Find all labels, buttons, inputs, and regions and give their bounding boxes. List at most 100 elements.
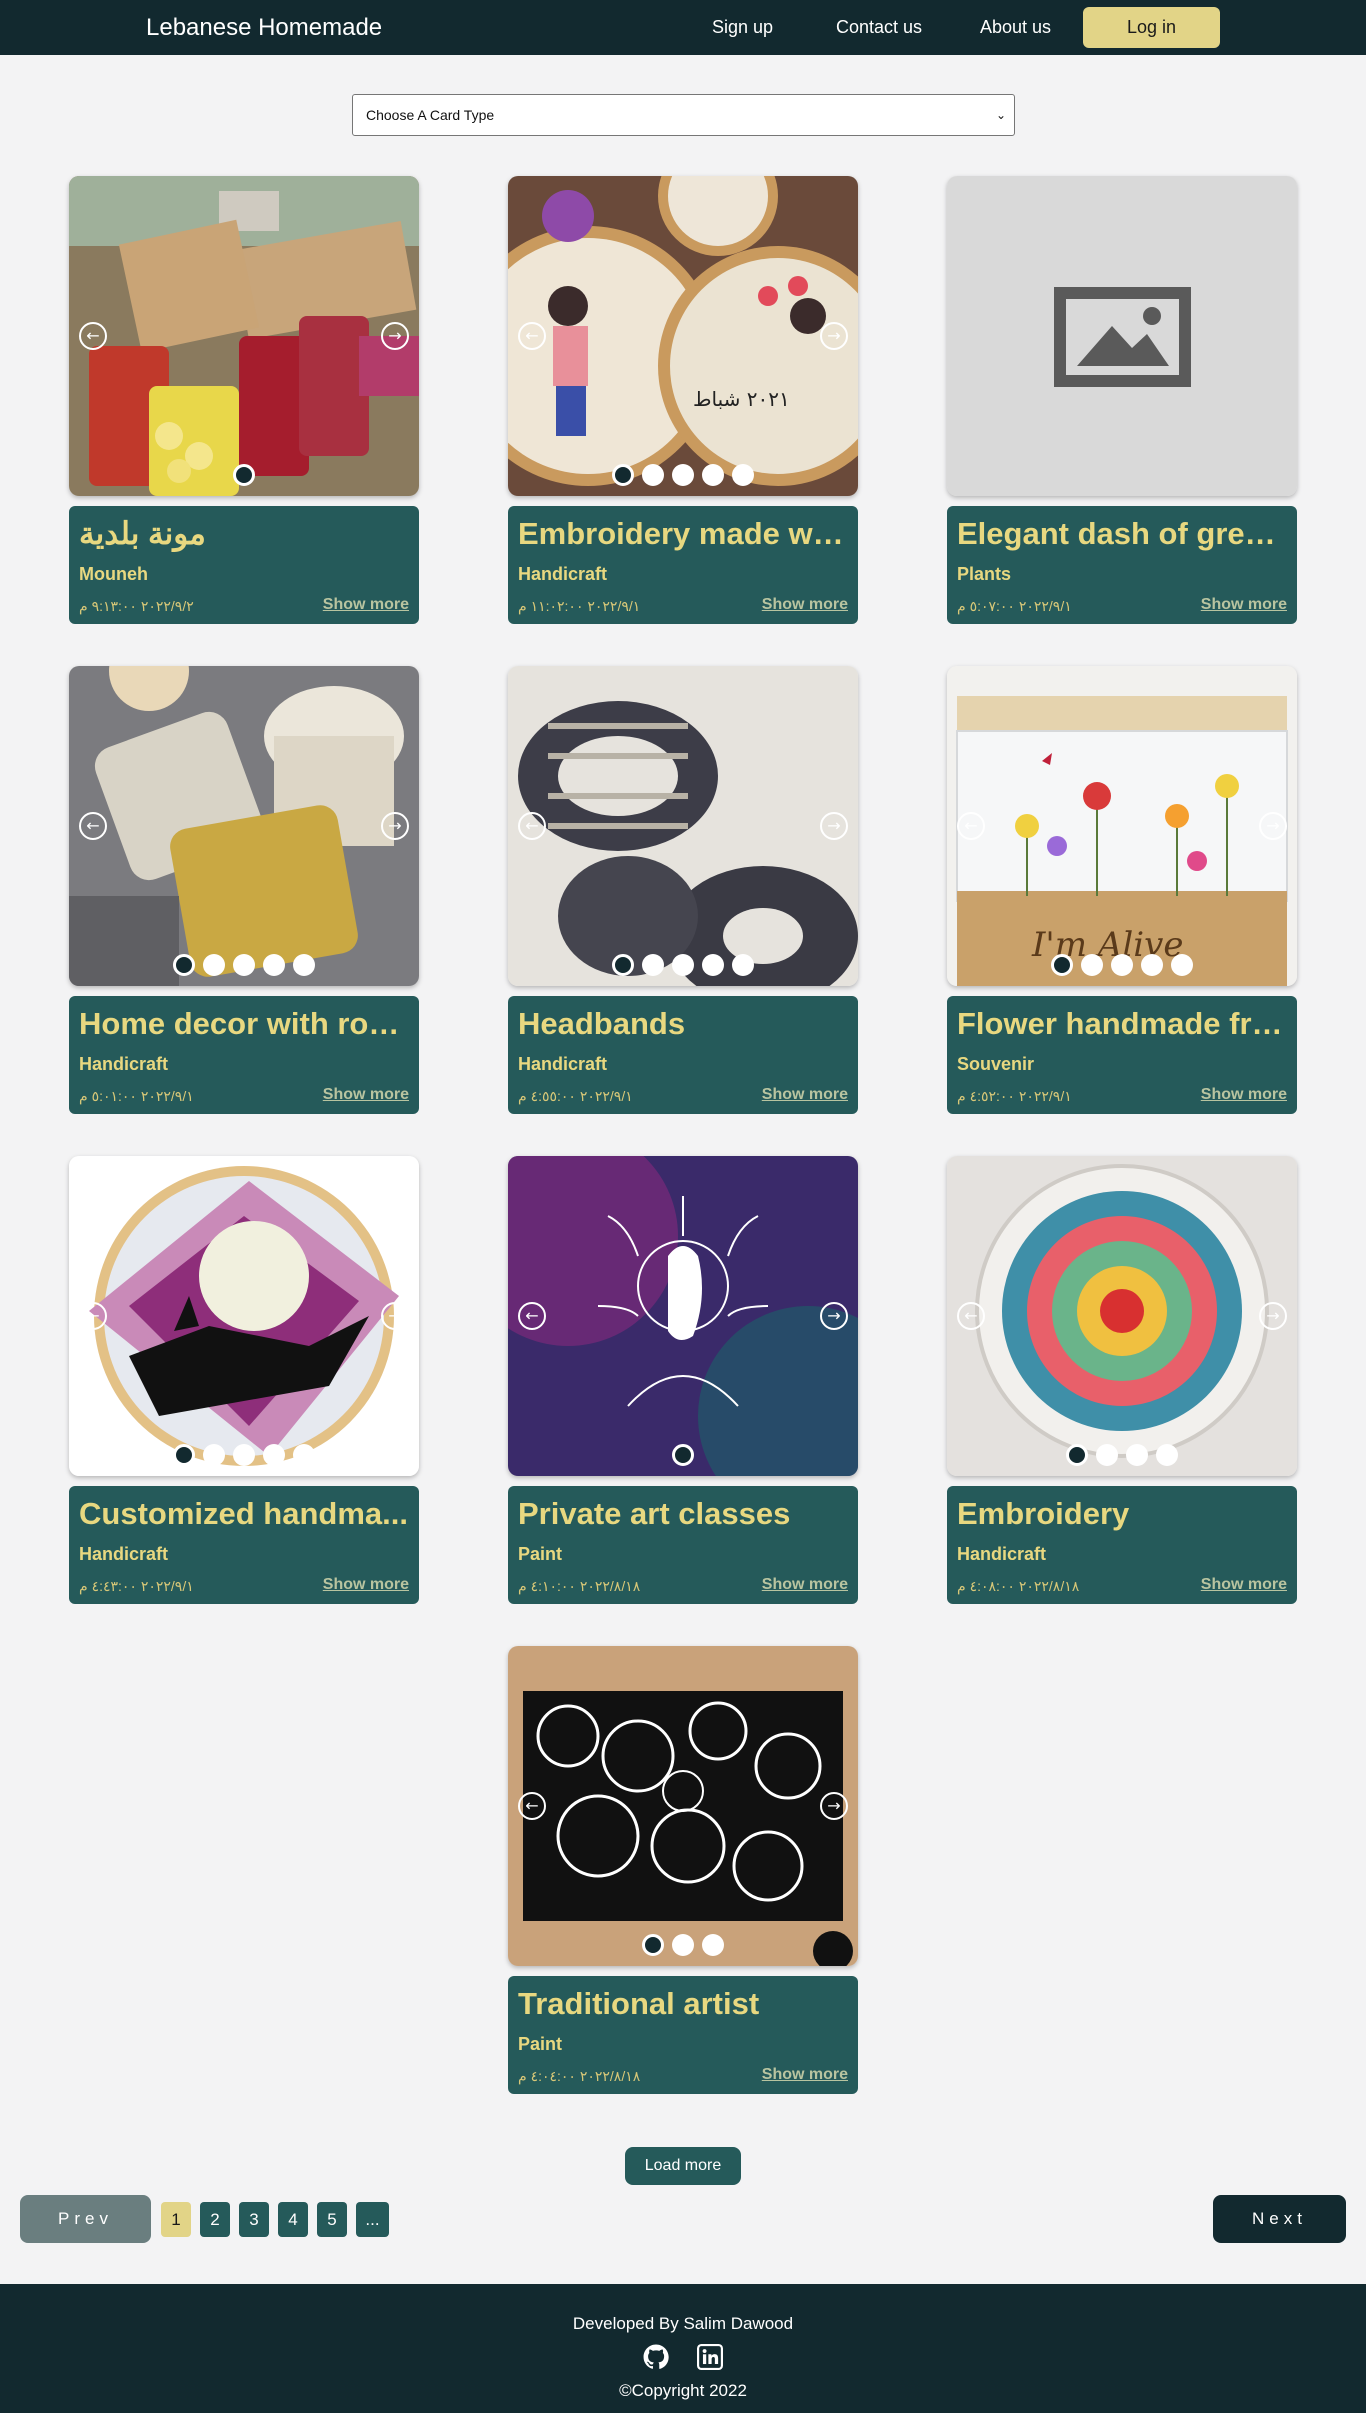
prev-page-button[interactable]: Prev — [20, 2195, 151, 2243]
navbar: Lebanese Homemade Sign up Contact us Abo… — [0, 0, 1366, 55]
carousel-dot[interactable] — [1081, 954, 1103, 976]
arrow-left-icon[interactable]: ← — [518, 1792, 546, 1820]
card-image[interactable] — [508, 1646, 858, 1966]
carousel-dot[interactable] — [1171, 954, 1193, 976]
carousel-dot[interactable] — [233, 954, 255, 976]
carousel-dot[interactable] — [293, 1444, 315, 1466]
card-title[interactable]: Embroidery — [957, 1496, 1287, 1532]
arrow-left-icon[interactable]: ← — [518, 812, 546, 840]
carousel-dot[interactable] — [173, 1444, 195, 1466]
page-button-2[interactable]: 2 — [200, 2202, 230, 2237]
card-title[interactable]: Flower handmade fra... — [957, 1006, 1287, 1042]
nav-contact-link[interactable]: Contact us — [836, 17, 922, 38]
carousel-dot[interactable] — [263, 954, 285, 976]
page-button-more[interactable]: ... — [356, 2202, 389, 2237]
show-more-link[interactable]: Show more — [1201, 1086, 1287, 1104]
card-title[interactable]: Customized handma... — [79, 1496, 409, 1532]
arrow-left-icon[interactable]: ← — [79, 812, 107, 840]
page-button-1[interactable]: 1 — [161, 2202, 191, 2237]
arrow-right-icon[interactable]: → — [1259, 1302, 1287, 1330]
carousel-dot[interactable] — [293, 954, 315, 976]
card-title[interactable]: Elegant dash of gree... — [957, 516, 1287, 552]
carousel-dot[interactable] — [1141, 954, 1163, 976]
card-title[interactable]: Embroidery made wit... — [518, 516, 848, 552]
arrow-left-icon[interactable]: ← — [957, 812, 985, 840]
show-more-link[interactable]: Show more — [762, 596, 848, 614]
carousel-dot[interactable] — [672, 954, 694, 976]
carousel-dot[interactable] — [612, 954, 634, 976]
carousel-dot[interactable] — [233, 464, 255, 486]
arrow-right-icon[interactable]: → — [1259, 812, 1287, 840]
brand-title[interactable]: Lebanese Homemade — [146, 14, 382, 42]
carousel-dot[interactable] — [702, 1934, 724, 1956]
arrow-right-icon[interactable]: → — [381, 322, 409, 350]
card-image[interactable] — [508, 666, 858, 986]
card-title[interactable]: Private art classes — [518, 1496, 848, 1532]
card-title[interactable]: مونة بلدية — [79, 516, 409, 552]
login-button[interactable]: Log in — [1083, 7, 1220, 48]
card-title[interactable]: Traditional artist — [518, 1986, 848, 2022]
carousel-dot[interactable] — [263, 1444, 285, 1466]
arrow-left-icon[interactable]: ← — [957, 1302, 985, 1330]
arrow-right-icon[interactable]: → — [820, 322, 848, 350]
arrow-left-icon[interactable]: ← — [518, 1302, 546, 1330]
card-image[interactable] — [69, 1156, 419, 1476]
carousel-dot[interactable] — [672, 1444, 694, 1466]
page-button-4[interactable]: 4 — [278, 2202, 308, 2237]
carousel-dot[interactable] — [1066, 1444, 1088, 1466]
nav-about-link[interactable]: About us — [980, 17, 1051, 38]
carousel-dot[interactable] — [642, 1934, 664, 1956]
show-more-link[interactable]: Show more — [762, 2066, 848, 2084]
arrow-right-icon[interactable]: → — [381, 812, 409, 840]
carousel-dot[interactable] — [672, 1934, 694, 1956]
card-image[interactable] — [947, 1156, 1297, 1476]
carousel-dot[interactable] — [702, 464, 724, 486]
carousel-dot[interactable] — [1156, 1444, 1178, 1466]
card-image[interactable] — [69, 176, 419, 496]
show-more-link[interactable]: Show more — [323, 596, 409, 614]
carousel-dot[interactable] — [672, 464, 694, 486]
show-more-link[interactable]: Show more — [1201, 1576, 1287, 1594]
carousel-dot[interactable] — [642, 464, 664, 486]
carousel-dot[interactable] — [732, 464, 754, 486]
carousel-dot[interactable] — [1051, 954, 1073, 976]
carousel-dot[interactable] — [233, 1444, 255, 1466]
card-image[interactable]: ٢٠٢١ شباط — [508, 176, 858, 496]
arrow-left-icon[interactable]: ← — [79, 1302, 107, 1330]
card-image[interactable] — [508, 1156, 858, 1476]
carousel-dot[interactable] — [1126, 1444, 1148, 1466]
load-more-button[interactable]: Load more — [625, 2147, 741, 2185]
card-image[interactable] — [947, 176, 1297, 496]
show-more-link[interactable]: Show more — [762, 1086, 848, 1104]
page-button-5[interactable]: 5 — [317, 2202, 347, 2237]
card-title[interactable]: Headbands — [518, 1006, 848, 1042]
arrow-right-icon[interactable]: → — [820, 812, 848, 840]
show-more-link[interactable]: Show more — [762, 1576, 848, 1594]
carousel-dot[interactable] — [1096, 1444, 1118, 1466]
linkedin-icon[interactable] — [697, 2344, 723, 2370]
carousel-dot[interactable] — [732, 954, 754, 976]
card-type-select[interactable]: Choose A Card Type ⌄ — [352, 94, 1015, 136]
carousel-dot[interactable] — [642, 954, 664, 976]
arrow-left-icon[interactable]: ← — [79, 322, 107, 350]
show-more-link[interactable]: Show more — [323, 1086, 409, 1104]
page-button-3[interactable]: 3 — [239, 2202, 269, 2237]
carousel-dot[interactable] — [702, 954, 724, 976]
carousel-dot[interactable] — [1111, 954, 1133, 976]
arrow-left-icon[interactable]: ← — [518, 322, 546, 350]
github-icon[interactable] — [643, 2344, 669, 2370]
nav-signup-link[interactable]: Sign up — [712, 17, 773, 38]
arrow-right-icon[interactable]: → — [820, 1792, 848, 1820]
carousel-dot[interactable] — [203, 1444, 225, 1466]
arrow-right-icon[interactable]: → — [381, 1302, 409, 1330]
carousel-dot[interactable] — [203, 954, 225, 976]
arrow-right-icon[interactable]: → — [820, 1302, 848, 1330]
show-more-link[interactable]: Show more — [1201, 596, 1287, 614]
show-more-link[interactable]: Show more — [323, 1576, 409, 1594]
card-image[interactable]: I'm Alive — [947, 666, 1297, 986]
carousel-dot[interactable] — [173, 954, 195, 976]
carousel-dot[interactable] — [612, 464, 634, 486]
next-page-button[interactable]: Next — [1213, 2195, 1346, 2243]
card-title[interactable]: Home decor with rop... — [79, 1006, 409, 1042]
card-image[interactable] — [69, 666, 419, 986]
